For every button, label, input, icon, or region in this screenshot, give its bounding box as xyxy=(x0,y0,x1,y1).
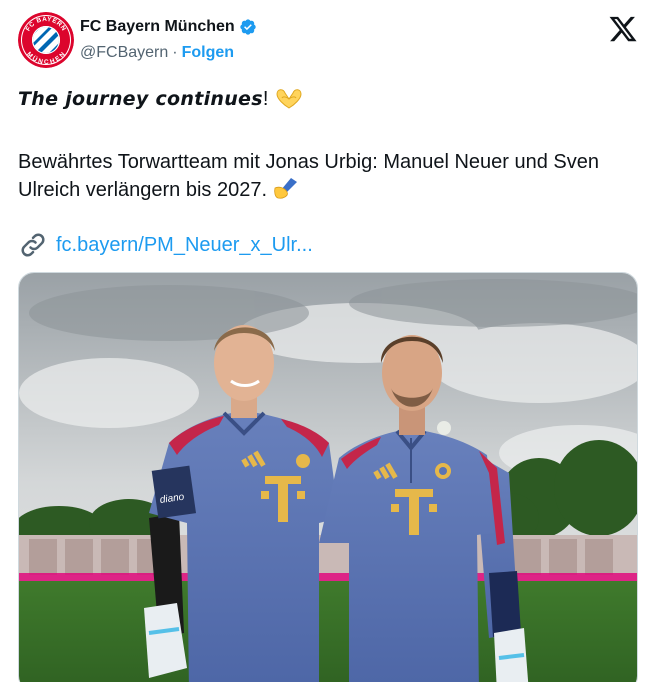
verified-badge-icon xyxy=(240,19,256,35)
photo-neuer-ulreich: diano xyxy=(19,273,637,682)
tweet-italic-text: The journey continues xyxy=(18,88,263,110)
tweet-paragraph: Bewährtes Torwartteam mit Jonas Urbig: M… xyxy=(18,149,634,208)
avatar[interactable]: FC BAYERN MÜNCHEN xyxy=(18,12,74,68)
link-text: fc.bayern/PM_Neuer_x_Ulr... xyxy=(56,233,313,256)
tweet-exclamation: ! xyxy=(262,88,269,110)
display-name[interactable]: FC Bayern München xyxy=(80,18,235,36)
handle-row: @FCBayern · Folgen xyxy=(80,44,234,62)
heart-hands-icon xyxy=(274,87,304,117)
follow-button[interactable]: Folgen xyxy=(182,44,234,62)
link-icon xyxy=(21,233,45,257)
tweet-header: FC BAYERN MÜNCHEN FC Bayern München @FCB… xyxy=(18,12,638,70)
name-row: FC Bayern München xyxy=(80,18,257,36)
tweet-paragraph-text: Bewährtes Torwartteam mit Jonas Urbig: M… xyxy=(18,151,600,201)
writing-hand-icon xyxy=(273,176,301,208)
pitch xyxy=(19,581,637,682)
tweet-link[interactable]: fc.bayern/PM_Neuer_x_Ulr... xyxy=(18,230,313,260)
handle[interactable]: @FCBayern xyxy=(80,44,168,62)
tweet-line-1: The journey continues! xyxy=(18,86,634,117)
tweet-photo[interactable]: diano xyxy=(18,272,638,682)
tweet-text: The journey continues! Bewährtes Torwart… xyxy=(18,86,634,208)
fc-bayern-crest-icon: FC BAYERN MÜNCHEN xyxy=(18,12,74,68)
separator: · xyxy=(172,44,178,61)
x-logo-icon[interactable] xyxy=(608,14,638,44)
